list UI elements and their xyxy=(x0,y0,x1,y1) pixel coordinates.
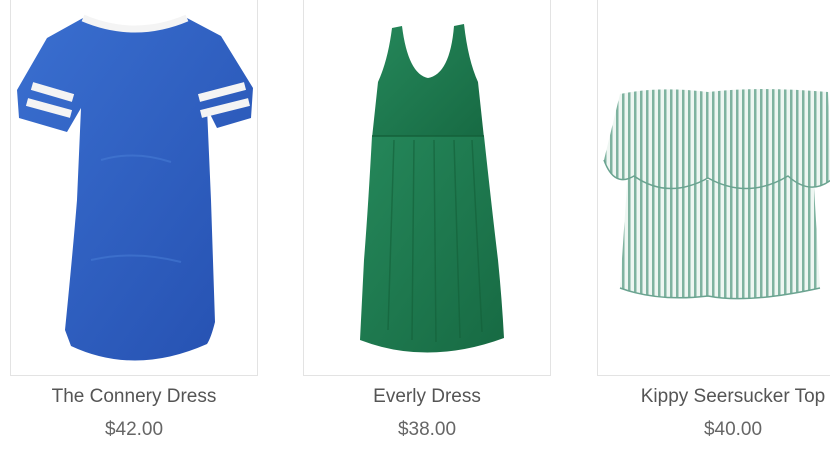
product-price: $42.00 xyxy=(104,419,164,440)
product-name[interactable]: The Connery Dress xyxy=(10,386,258,408)
striped-off-shoulder-top-image[interactable] xyxy=(598,0,830,376)
product-card-connery-dress[interactable]: The Connery Dress $42.00 xyxy=(10,0,258,440)
product-card-everly-dress[interactable]: Everly Dress $38.00 xyxy=(303,0,551,440)
product-price: $40.00 xyxy=(703,419,763,440)
product-carousel: The Connery Dress $42.00 Everly Dress $3… xyxy=(0,0,830,450)
green-tank-dress-image[interactable] xyxy=(304,0,551,376)
product-image-frame[interactable] xyxy=(597,0,830,376)
product-name[interactable]: Kippy Seersucker Top xyxy=(609,386,830,408)
product-image-frame[interactable] xyxy=(303,0,551,376)
product-price: $38.00 xyxy=(397,419,457,440)
product-card-kippy-seersucker-top[interactable]: Kippy Seersucker Top $40.00 xyxy=(597,0,830,440)
product-name[interactable]: Everly Dress xyxy=(303,386,551,408)
product-image-frame[interactable] xyxy=(10,0,258,376)
blue-tshirt-dress-image[interactable] xyxy=(11,0,258,376)
